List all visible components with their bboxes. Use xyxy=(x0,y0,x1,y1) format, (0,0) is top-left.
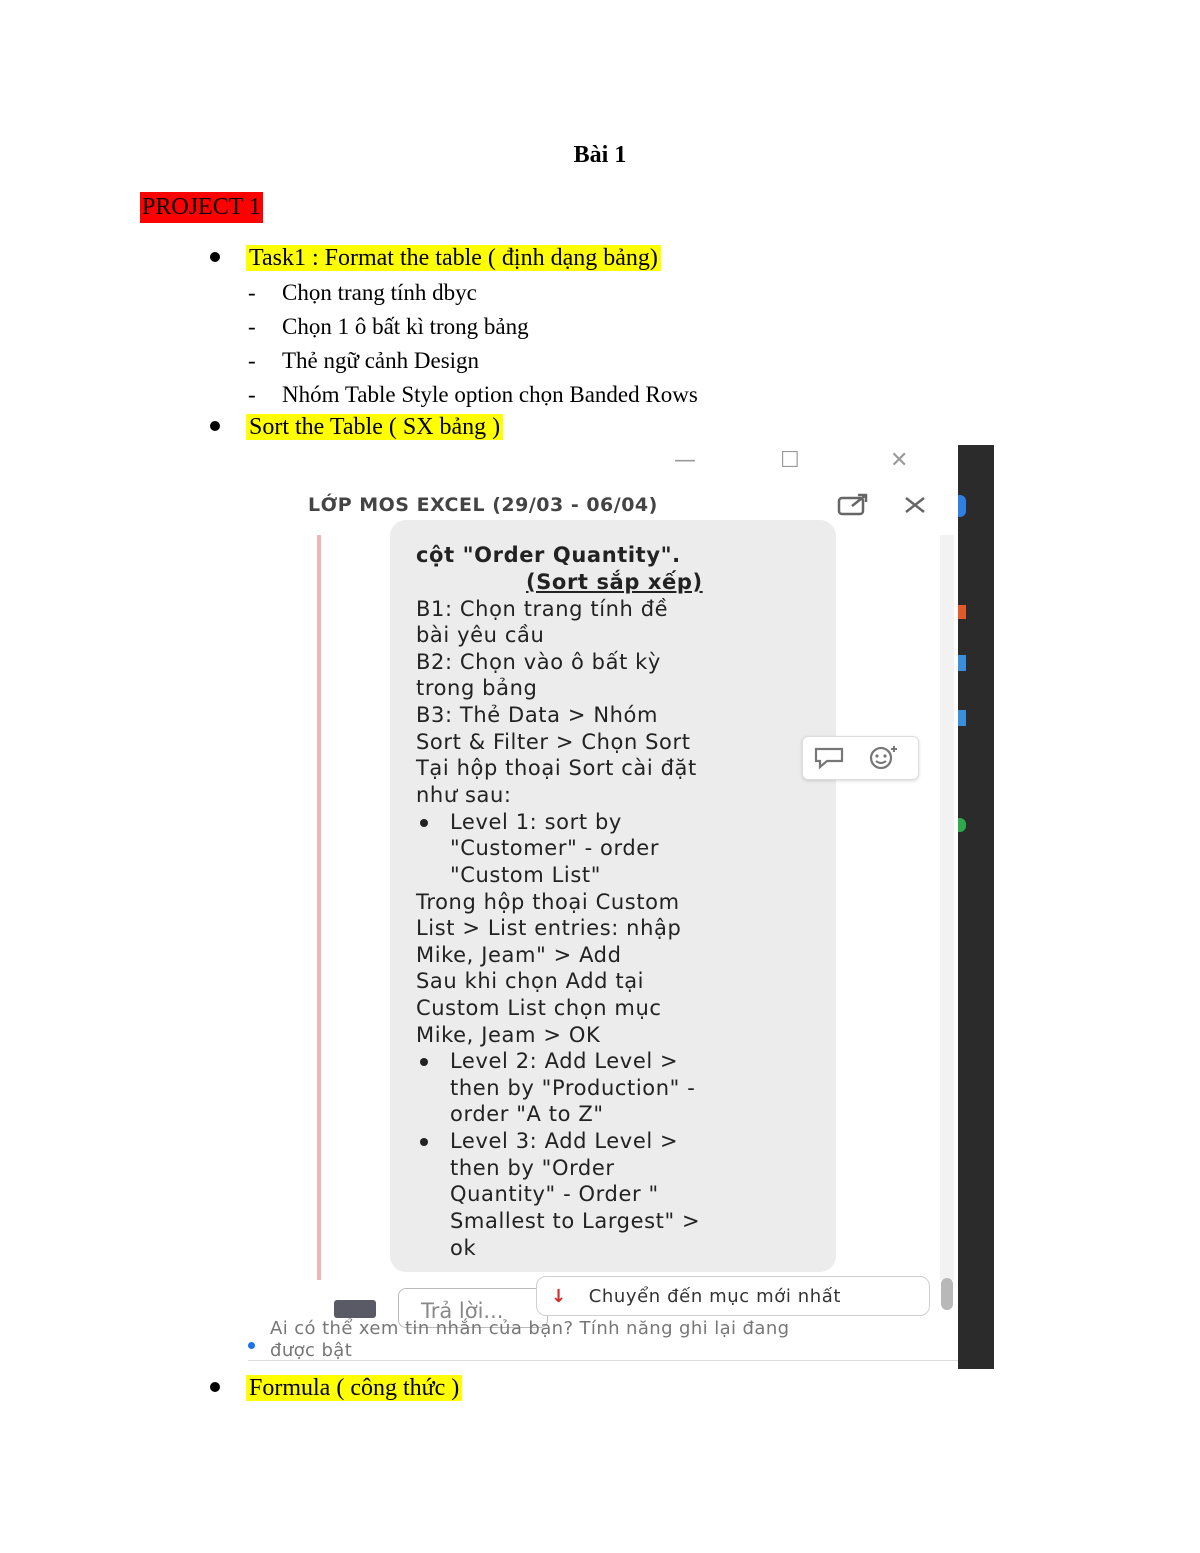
message-line: B3: Thẻ Data > Nhóm xyxy=(416,703,659,727)
message-line: như sau: xyxy=(416,783,512,807)
bullet-dot-icon xyxy=(210,1382,220,1393)
message-bubble: ─────────────── cột "Order Quantity". (S… xyxy=(390,520,836,1272)
side-app-fragment xyxy=(958,605,966,619)
message-line: Custom List chọn mục xyxy=(416,996,662,1020)
emoji-add-icon[interactable] xyxy=(865,743,903,777)
bullet-dot-icon xyxy=(210,252,220,263)
chat-title: LỚP MOS EXCEL (29/03 - 06/04) xyxy=(308,494,658,516)
message-line: B2: Chọn vào ô bất kỳ xyxy=(416,650,661,674)
message-line: bài yêu cầu xyxy=(416,623,545,647)
message-line: then by "Order xyxy=(450,1156,615,1180)
side-app-fragment xyxy=(958,495,966,517)
thread-indicator xyxy=(317,535,321,1280)
side-app-fragment xyxy=(958,655,966,671)
step-text: Thẻ ngữ cảnh Design xyxy=(282,348,480,373)
message-line: Sort & Filter > Chọn Sort xyxy=(416,730,691,754)
message-line: B1: Chọn trang tính đề xyxy=(416,597,669,621)
bullet-task1: Task1 : Format the table ( định dạng bản… xyxy=(210,243,661,274)
message-line: Trong hộp thoại Custom xyxy=(416,890,680,914)
message-line: Mike, Jeam > OK xyxy=(416,1023,601,1047)
dark-sidebar xyxy=(958,445,994,1369)
message-line: Level 1: sort by xyxy=(450,810,622,834)
notice-dot-icon xyxy=(248,1342,255,1349)
arrow-down-icon: ↓ xyxy=(551,1286,567,1307)
message-line: Level 2: Add Level > xyxy=(450,1049,679,1073)
bullet-sort: Sort the Table ( SX bảng ) xyxy=(210,412,504,443)
task1-heading: Task1 : Format the table ( định dạng bản… xyxy=(246,245,661,271)
divider xyxy=(248,1360,958,1361)
popout-icon[interactable] xyxy=(836,492,872,524)
message-line: ok xyxy=(450,1236,477,1260)
message-cutoff-line: ─────────────── xyxy=(416,520,613,533)
step-text: Chọn 1 ô bất kì trong bảng xyxy=(282,314,529,339)
bullet-formula: Formula ( công thức ) xyxy=(210,1373,463,1404)
message-line: Tại hộp thoại Sort cài đặt xyxy=(416,756,697,780)
close-icon[interactable] xyxy=(902,492,928,524)
formula-heading: Formula ( công thức ) xyxy=(246,1375,463,1401)
message-line: then by "Production" - xyxy=(450,1076,696,1100)
message-line: List > List entries: nhập xyxy=(416,916,682,940)
minimize-icon[interactable]: — xyxy=(674,448,696,473)
reply-icon[interactable] xyxy=(811,743,849,777)
window-close-icon[interactable]: ✕ xyxy=(890,448,908,473)
maximize-icon[interactable]: ☐ xyxy=(780,448,800,473)
notice-line: Ai có thể xem tin nhắn của bạn? Tính năn… xyxy=(270,1318,790,1339)
reaction-toolbar xyxy=(802,736,919,780)
bullet-dot-icon xyxy=(420,1058,428,1066)
message-line: Quantity" - Order " xyxy=(450,1182,659,1206)
message-line: Mike, Jeam" > Add xyxy=(416,943,622,967)
message-line: (Sort sắp xếp) xyxy=(526,570,703,594)
avatar xyxy=(334,1300,376,1318)
message-line: order "A to Z" xyxy=(450,1102,604,1126)
step-item: - Chọn 1 ô bất kì trong bảng xyxy=(248,314,529,339)
jump-label: Chuyển đến mục mới nhất xyxy=(588,1286,842,1307)
scrollbar-track[interactable] xyxy=(940,535,954,1280)
step-item: - Thẻ ngữ cảnh Design xyxy=(248,348,480,373)
page-title: Bài 1 xyxy=(573,142,627,168)
message-line: Level 3: Add Level > xyxy=(450,1129,679,1153)
message-line: Smallest to Largest" > xyxy=(450,1209,701,1233)
bullet-dot-icon xyxy=(210,421,220,432)
scrollbar-thumb[interactable] xyxy=(941,1278,953,1310)
sort-heading: Sort the Table ( SX bảng ) xyxy=(246,414,504,440)
recording-notice: Ai có thể xem tin nhắn của bạn? Tính năn… xyxy=(270,1318,950,1362)
message-line: "Customer" - order xyxy=(450,836,660,860)
side-app-fragment xyxy=(958,710,966,726)
step-text: Chọn trang tính dbyc xyxy=(282,280,477,305)
bullet-dot-icon xyxy=(420,819,428,827)
message-line: Sau khi chọn Add tại xyxy=(416,969,645,993)
message-line: cột "Order Quantity". xyxy=(416,543,681,567)
message-line: "Custom List" xyxy=(450,863,601,887)
project-label: PROJECT 1 xyxy=(140,192,263,223)
jump-to-latest-button[interactable]: ↓ Chuyển đến mục mới nhất xyxy=(536,1276,930,1316)
step-text: Nhóm Table Style option chọn Banded Rows xyxy=(282,382,698,407)
bullet-dot-icon xyxy=(420,1138,428,1146)
step-item: - Nhóm Table Style option chọn Banded Row… xyxy=(248,382,698,407)
notice-line: được bật xyxy=(270,1340,353,1361)
message-line: trong bảng xyxy=(416,676,538,700)
step-item: - Chọn trang tính dbyc xyxy=(248,280,477,305)
